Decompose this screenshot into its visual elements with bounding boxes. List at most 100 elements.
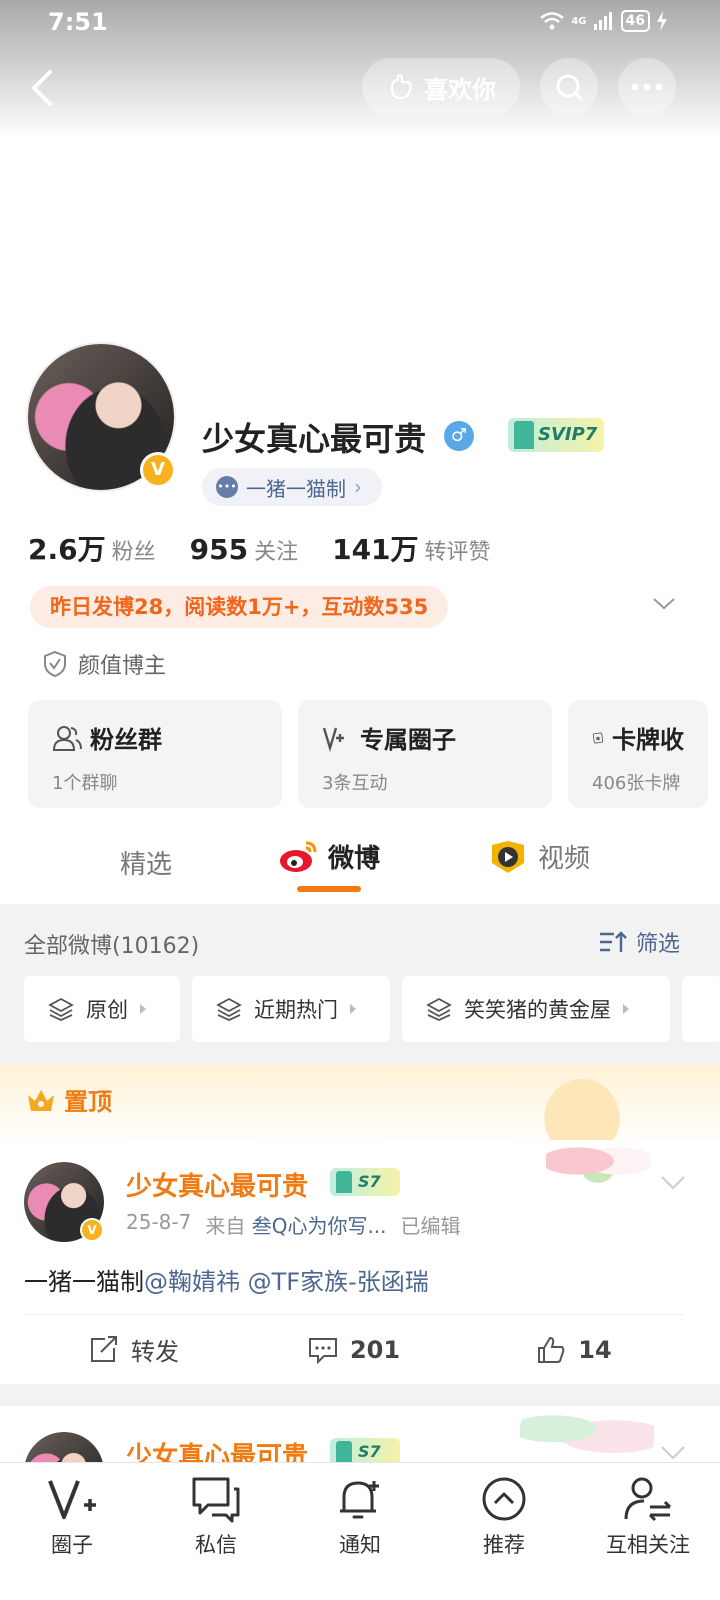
tab-weibo[interactable]: 微博 [278, 838, 380, 875]
network-label: 4G [571, 15, 587, 27]
expand-chevron-icon[interactable] [652, 592, 676, 616]
card-subtitle: 406张卡牌 [592, 773, 681, 794]
post-avatar[interactable]: V [24, 1162, 104, 1242]
verified-tag: 颜值博主 [42, 648, 166, 680]
post-separator [0, 1384, 720, 1406]
comment-button[interactable]: 201 [244, 1315, 464, 1384]
verified-v-icon: V [140, 452, 176, 488]
circle-v-icon [322, 727, 344, 752]
profile-avatar[interactable]: V [26, 342, 176, 492]
stat-number: 141万 [332, 533, 419, 566]
activity-summary[interactable]: 昨日发博28，阅读数1万+，互动数535 [30, 586, 449, 628]
like-count: 14 [578, 1335, 612, 1364]
chevron-right-icon: › [354, 475, 362, 499]
edited-label: 已编辑 [400, 1214, 461, 1238]
mention-link[interactable]: @TF家族-张函瑞 [248, 1268, 429, 1296]
chip-original[interactable]: 原创 [24, 976, 180, 1042]
pinned-label-group: 置顶 [26, 1082, 112, 1117]
pig-cat-sticker [546, 1134, 650, 1188]
post-content: 一猪一猫制@鞠婧祎 @TF家族-张函瑞 [24, 1262, 429, 1297]
chip-golden-house[interactable]: 笑笑猪的黄金屋 [402, 976, 670, 1042]
profile-name: 少女真心最可贵 [202, 420, 427, 458]
nav-notifications[interactable]: 通知 [288, 1463, 432, 1600]
arrow-up-circle-icon [482, 1477, 526, 1521]
from-label: 来自 [205, 1214, 246, 1238]
stat-followers[interactable]: 2.6万 粉丝 [28, 528, 156, 568]
back-arrow-icon [32, 70, 52, 106]
chat-bubble-icon: ••• [216, 476, 238, 498]
feed-filter-section: 全部微博(10162) 筛选 原创 近期热门 笑笑猪的黄金屋 [0, 904, 720, 1064]
chip-arrow-icon [350, 1004, 356, 1014]
nav-label: 推荐 [483, 1533, 525, 1557]
chip-more[interactable] [682, 976, 720, 1042]
message-icon [192, 1477, 240, 1523]
mention-link[interactable]: @鞠婧祎 [144, 1268, 240, 1296]
users-icon [52, 725, 82, 751]
svip-badge[interactable]: SVIP7 [508, 418, 604, 452]
post-source[interactable]: 叁Q心为你写... [252, 1214, 387, 1238]
layers-icon [48, 997, 74, 1021]
filter-button[interactable]: 筛选 [598, 926, 680, 958]
charging-icon [657, 11, 667, 31]
card-subtitle: 3条互动 [322, 773, 388, 794]
stat-interactions[interactable]: 141万 转评赞 [332, 528, 490, 568]
stat-label: 转评赞 [424, 540, 491, 565]
post-author-name[interactable]: 少女真心最可贵 [126, 1436, 308, 1462]
tab-featured[interactable]: 精选 [120, 844, 172, 881]
card-collection-card[interactable]: 卡牌收 406张卡牌 [568, 700, 708, 808]
nav-label: 通知 [339, 1533, 381, 1557]
nav-messages[interactable]: 私信 [144, 1463, 288, 1600]
filter-label: 筛选 [635, 932, 680, 957]
stat-number: 2.6万 [28, 533, 106, 566]
crown-sticker [534, 1068, 630, 1140]
pinned-post[interactable]: V 少女真心最可贵 S7 25-8-7 来自 叁Q心为你写... 已编辑 一猪一… [0, 1134, 720, 1384]
weibo-logo-icon [280, 841, 317, 872]
chip-label: 近期热门 [254, 998, 338, 1022]
profile-stats: 2.6万 粉丝 955 关注 141万 转评赞 [28, 528, 491, 568]
level-badge[interactable]: S7 [330, 1438, 400, 1462]
tab-label: 视频 [538, 844, 591, 874]
feature-cards: 粉丝群 1个群聊 专属圈子 3条互动 卡牌收 406张卡牌 [28, 700, 708, 808]
nav-mutual-follow[interactable]: 互相关注 [576, 1463, 720, 1600]
thumbs-up-icon [538, 1336, 565, 1363]
hand-heart-icon [390, 74, 412, 100]
stat-number: 955 [189, 533, 249, 566]
fan-group-card[interactable]: 粉丝群 1个群聊 [28, 700, 282, 808]
chevron-down-icon[interactable] [660, 1174, 686, 1192]
nav-recommend[interactable]: 推荐 [432, 1463, 576, 1600]
card-title: 专属圈子 [360, 726, 456, 754]
user-swap-icon [624, 1477, 672, 1522]
post-avatar[interactable] [24, 1432, 104, 1462]
circle-link[interactable]: ••• 一猪一猫制 › [202, 468, 382, 506]
lucky-sticker [520, 1408, 654, 1460]
like-button[interactable]: 14 [464, 1315, 684, 1384]
nav-label: 互相关注 [606, 1533, 690, 1557]
post-author-name[interactable]: 少女真心最可贵 [126, 1166, 308, 1203]
card-title: 卡牌收 [612, 726, 684, 754]
chip-arrow-icon [623, 1004, 629, 1014]
tab-video[interactable]: 视频 [488, 838, 590, 875]
post-actions: 转发 201 14 [24, 1314, 684, 1384]
exclusive-circle-card[interactable]: 专属圈子 3条互动 [298, 700, 552, 808]
tab-label: 精选 [120, 850, 173, 880]
stat-label: 粉丝 [111, 540, 156, 565]
stat-following[interactable]: 955 关注 [190, 533, 298, 566]
nav-circles[interactable]: 圈子 [0, 1463, 144, 1600]
circle-link-label: 一猪一猫制 [246, 476, 346, 501]
post-text-prefix: 一猪一猫制 [24, 1268, 144, 1296]
nav-label: 圈子 [51, 1533, 93, 1557]
search-icon [556, 74, 583, 101]
second-post[interactable]: 少女真心最可贵 S7 [0, 1406, 720, 1462]
active-tab-indicator [297, 886, 361, 892]
tab-label: 微博 [328, 844, 381, 874]
like-you-button[interactable]: 喜欢你 [362, 58, 520, 116]
back-button[interactable] [24, 66, 64, 110]
chip-recent-hot[interactable]: 近期热门 [192, 976, 390, 1042]
repost-button[interactable]: 转发 [24, 1315, 244, 1384]
chevron-down-icon[interactable] [660, 1444, 686, 1462]
search-button[interactable] [540, 58, 598, 116]
verified-tag-label: 颜值博主 [78, 654, 167, 679]
bell-icon [340, 1481, 379, 1519]
level-badge[interactable]: S7 [330, 1168, 400, 1196]
more-button[interactable] [618, 58, 676, 116]
